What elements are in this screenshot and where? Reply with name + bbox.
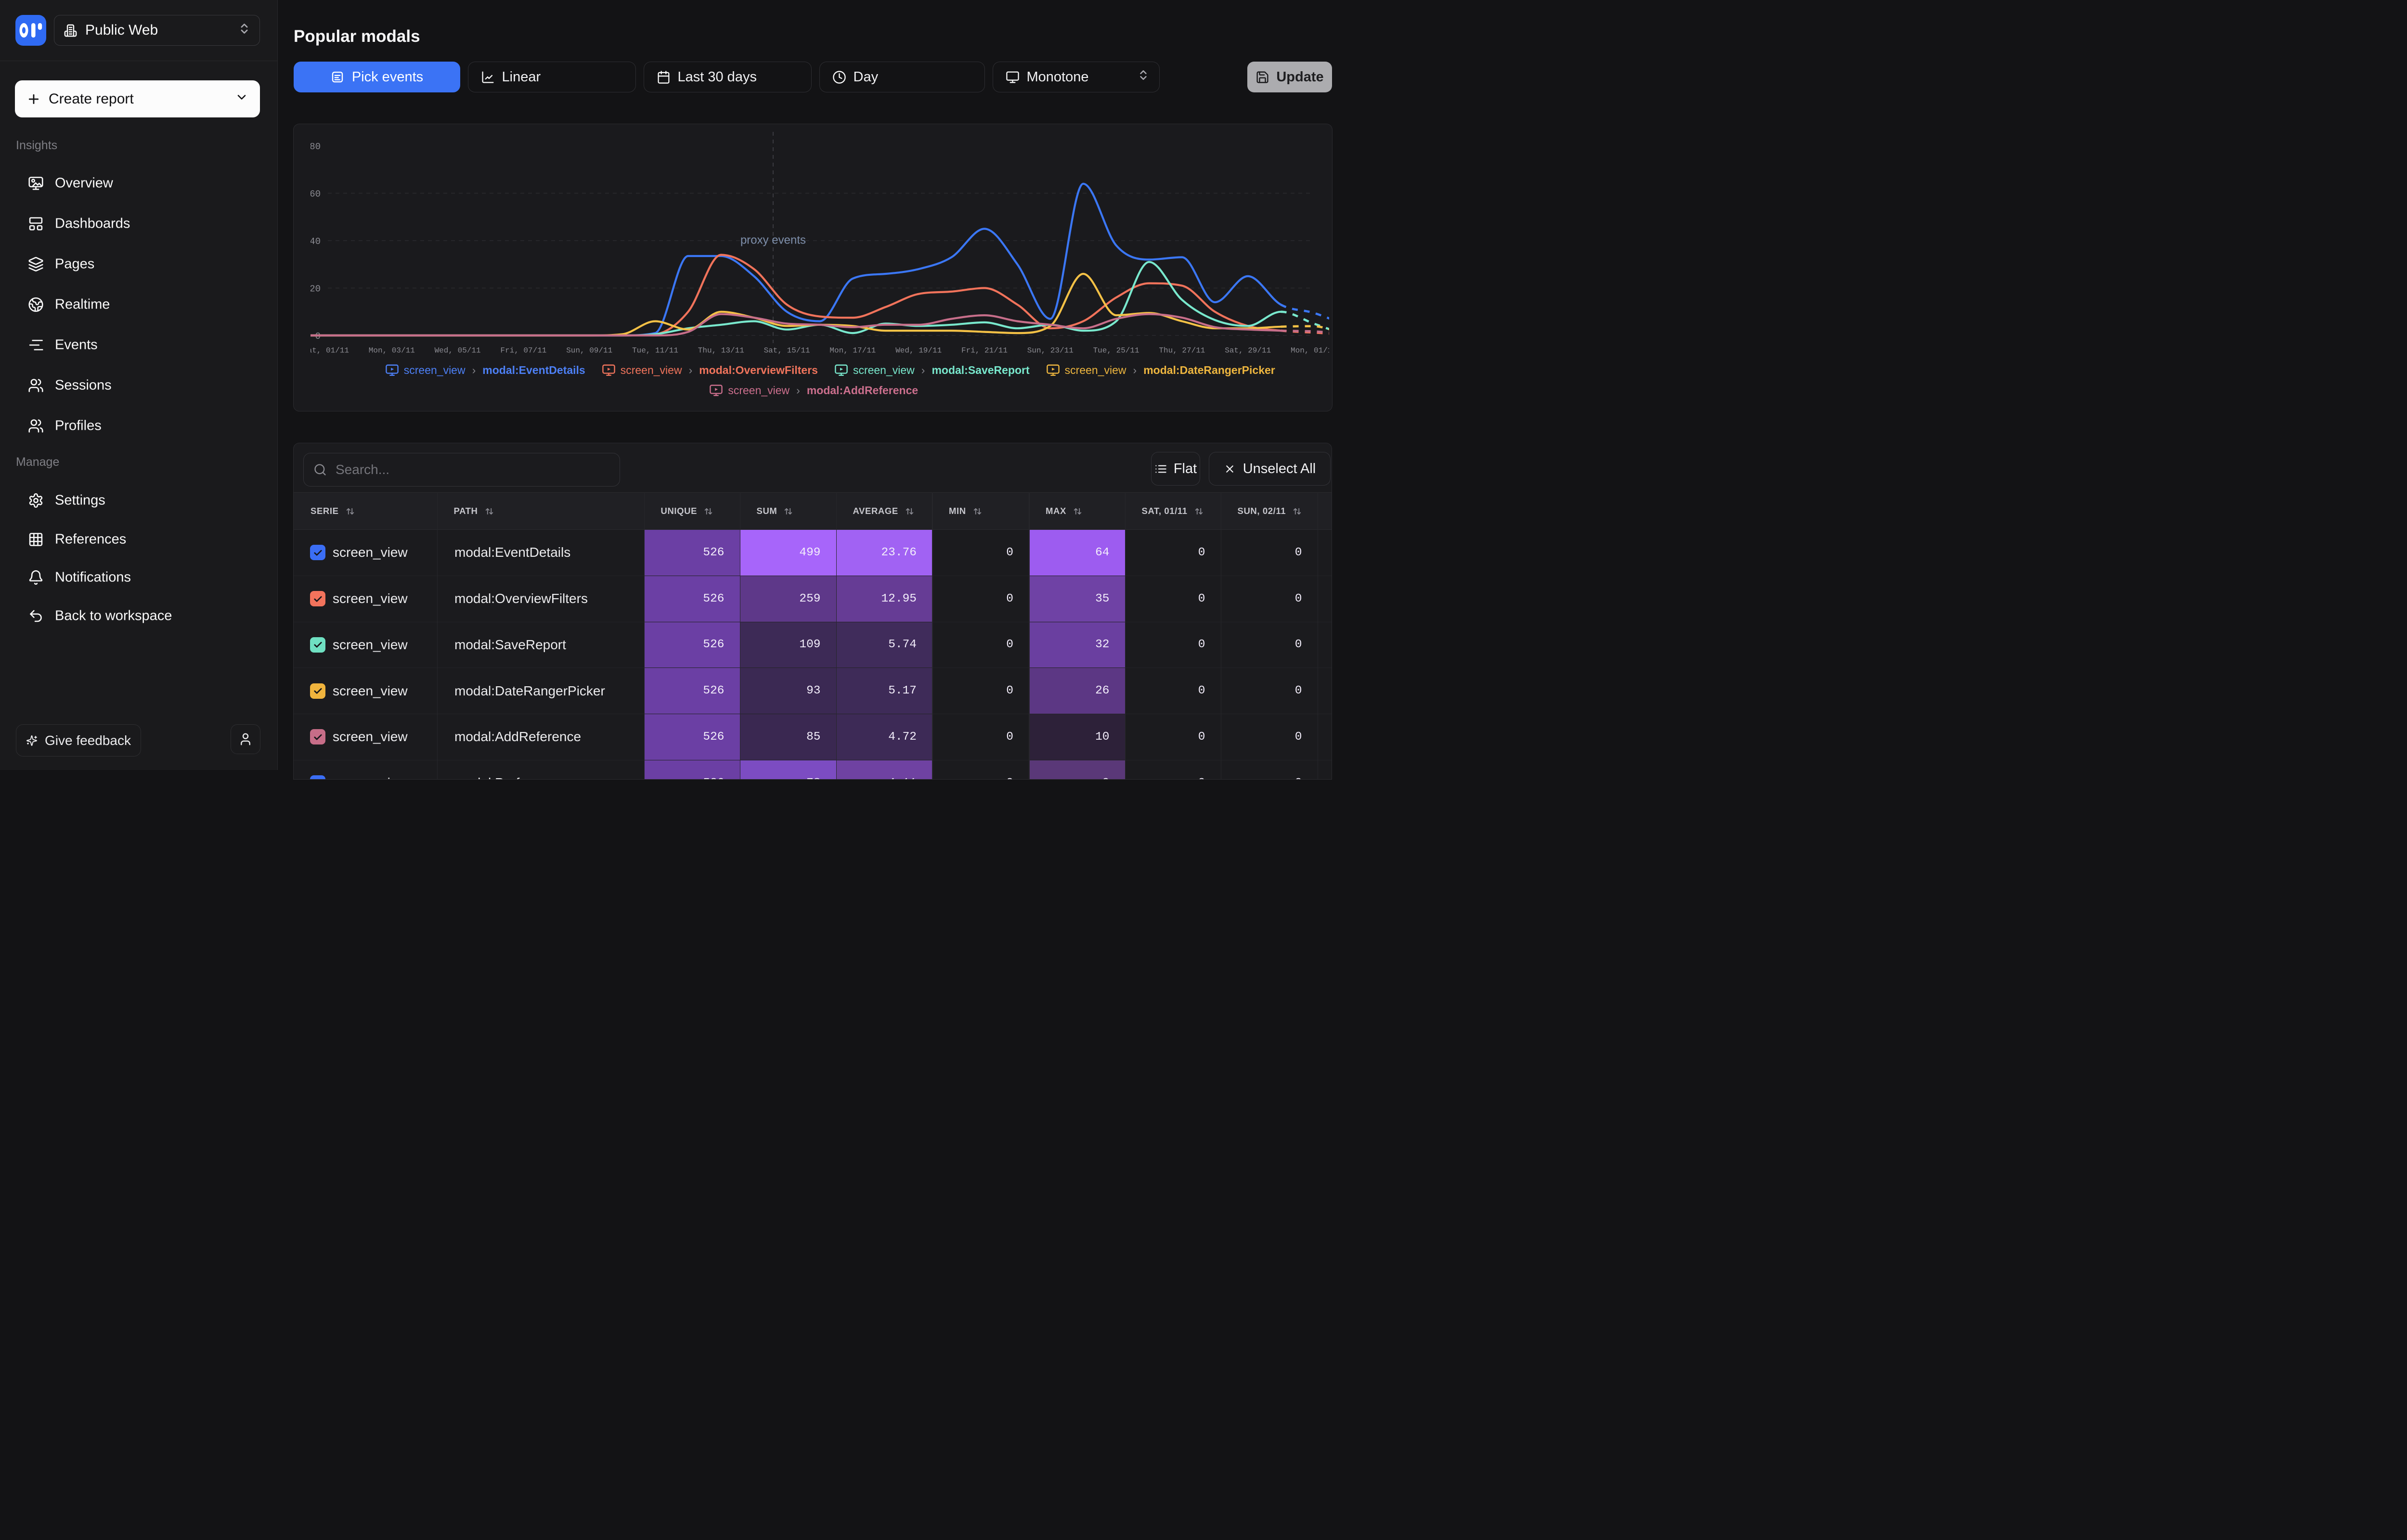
svg-text:Mon, 01/12: Mon, 01/12: [1291, 346, 1329, 355]
svg-text:Wed, 19/11: Wed, 19/11: [895, 346, 942, 355]
svg-text:Fri, 21/11: Fri, 21/11: [961, 346, 1008, 355]
svg-text:40: 40: [311, 236, 321, 247]
svg-text:Mon, 03/11: Mon, 03/11: [369, 346, 415, 355]
svg-text:Tue, 25/11: Tue, 25/11: [1093, 346, 1139, 355]
svg-text:Mon, 17/11: Mon, 17/11: [829, 346, 876, 355]
svg-text:Sat, 29/11: Sat, 29/11: [1225, 346, 1271, 355]
svg-text:Sun, 23/11: Sun, 23/11: [1027, 346, 1074, 355]
svg-text:proxy events: proxy events: [740, 233, 806, 246]
svg-text:80: 80: [311, 141, 321, 152]
svg-text:Sat, 01/11: Sat, 01/11: [311, 346, 349, 355]
svg-text:Sat, 15/11: Sat, 15/11: [764, 346, 810, 355]
svg-text:Thu, 13/11: Thu, 13/11: [698, 346, 744, 355]
svg-text:Fri, 07/11: Fri, 07/11: [500, 346, 546, 355]
svg-text:Sun, 09/11: Sun, 09/11: [566, 346, 612, 355]
svg-text:Tue, 11/11: Tue, 11/11: [632, 346, 678, 355]
svg-text:20: 20: [311, 283, 321, 294]
svg-text:Wed, 05/11: Wed, 05/11: [435, 346, 481, 355]
svg-text:Thu, 27/11: Thu, 27/11: [1159, 346, 1205, 355]
svg-text:60: 60: [311, 189, 321, 199]
